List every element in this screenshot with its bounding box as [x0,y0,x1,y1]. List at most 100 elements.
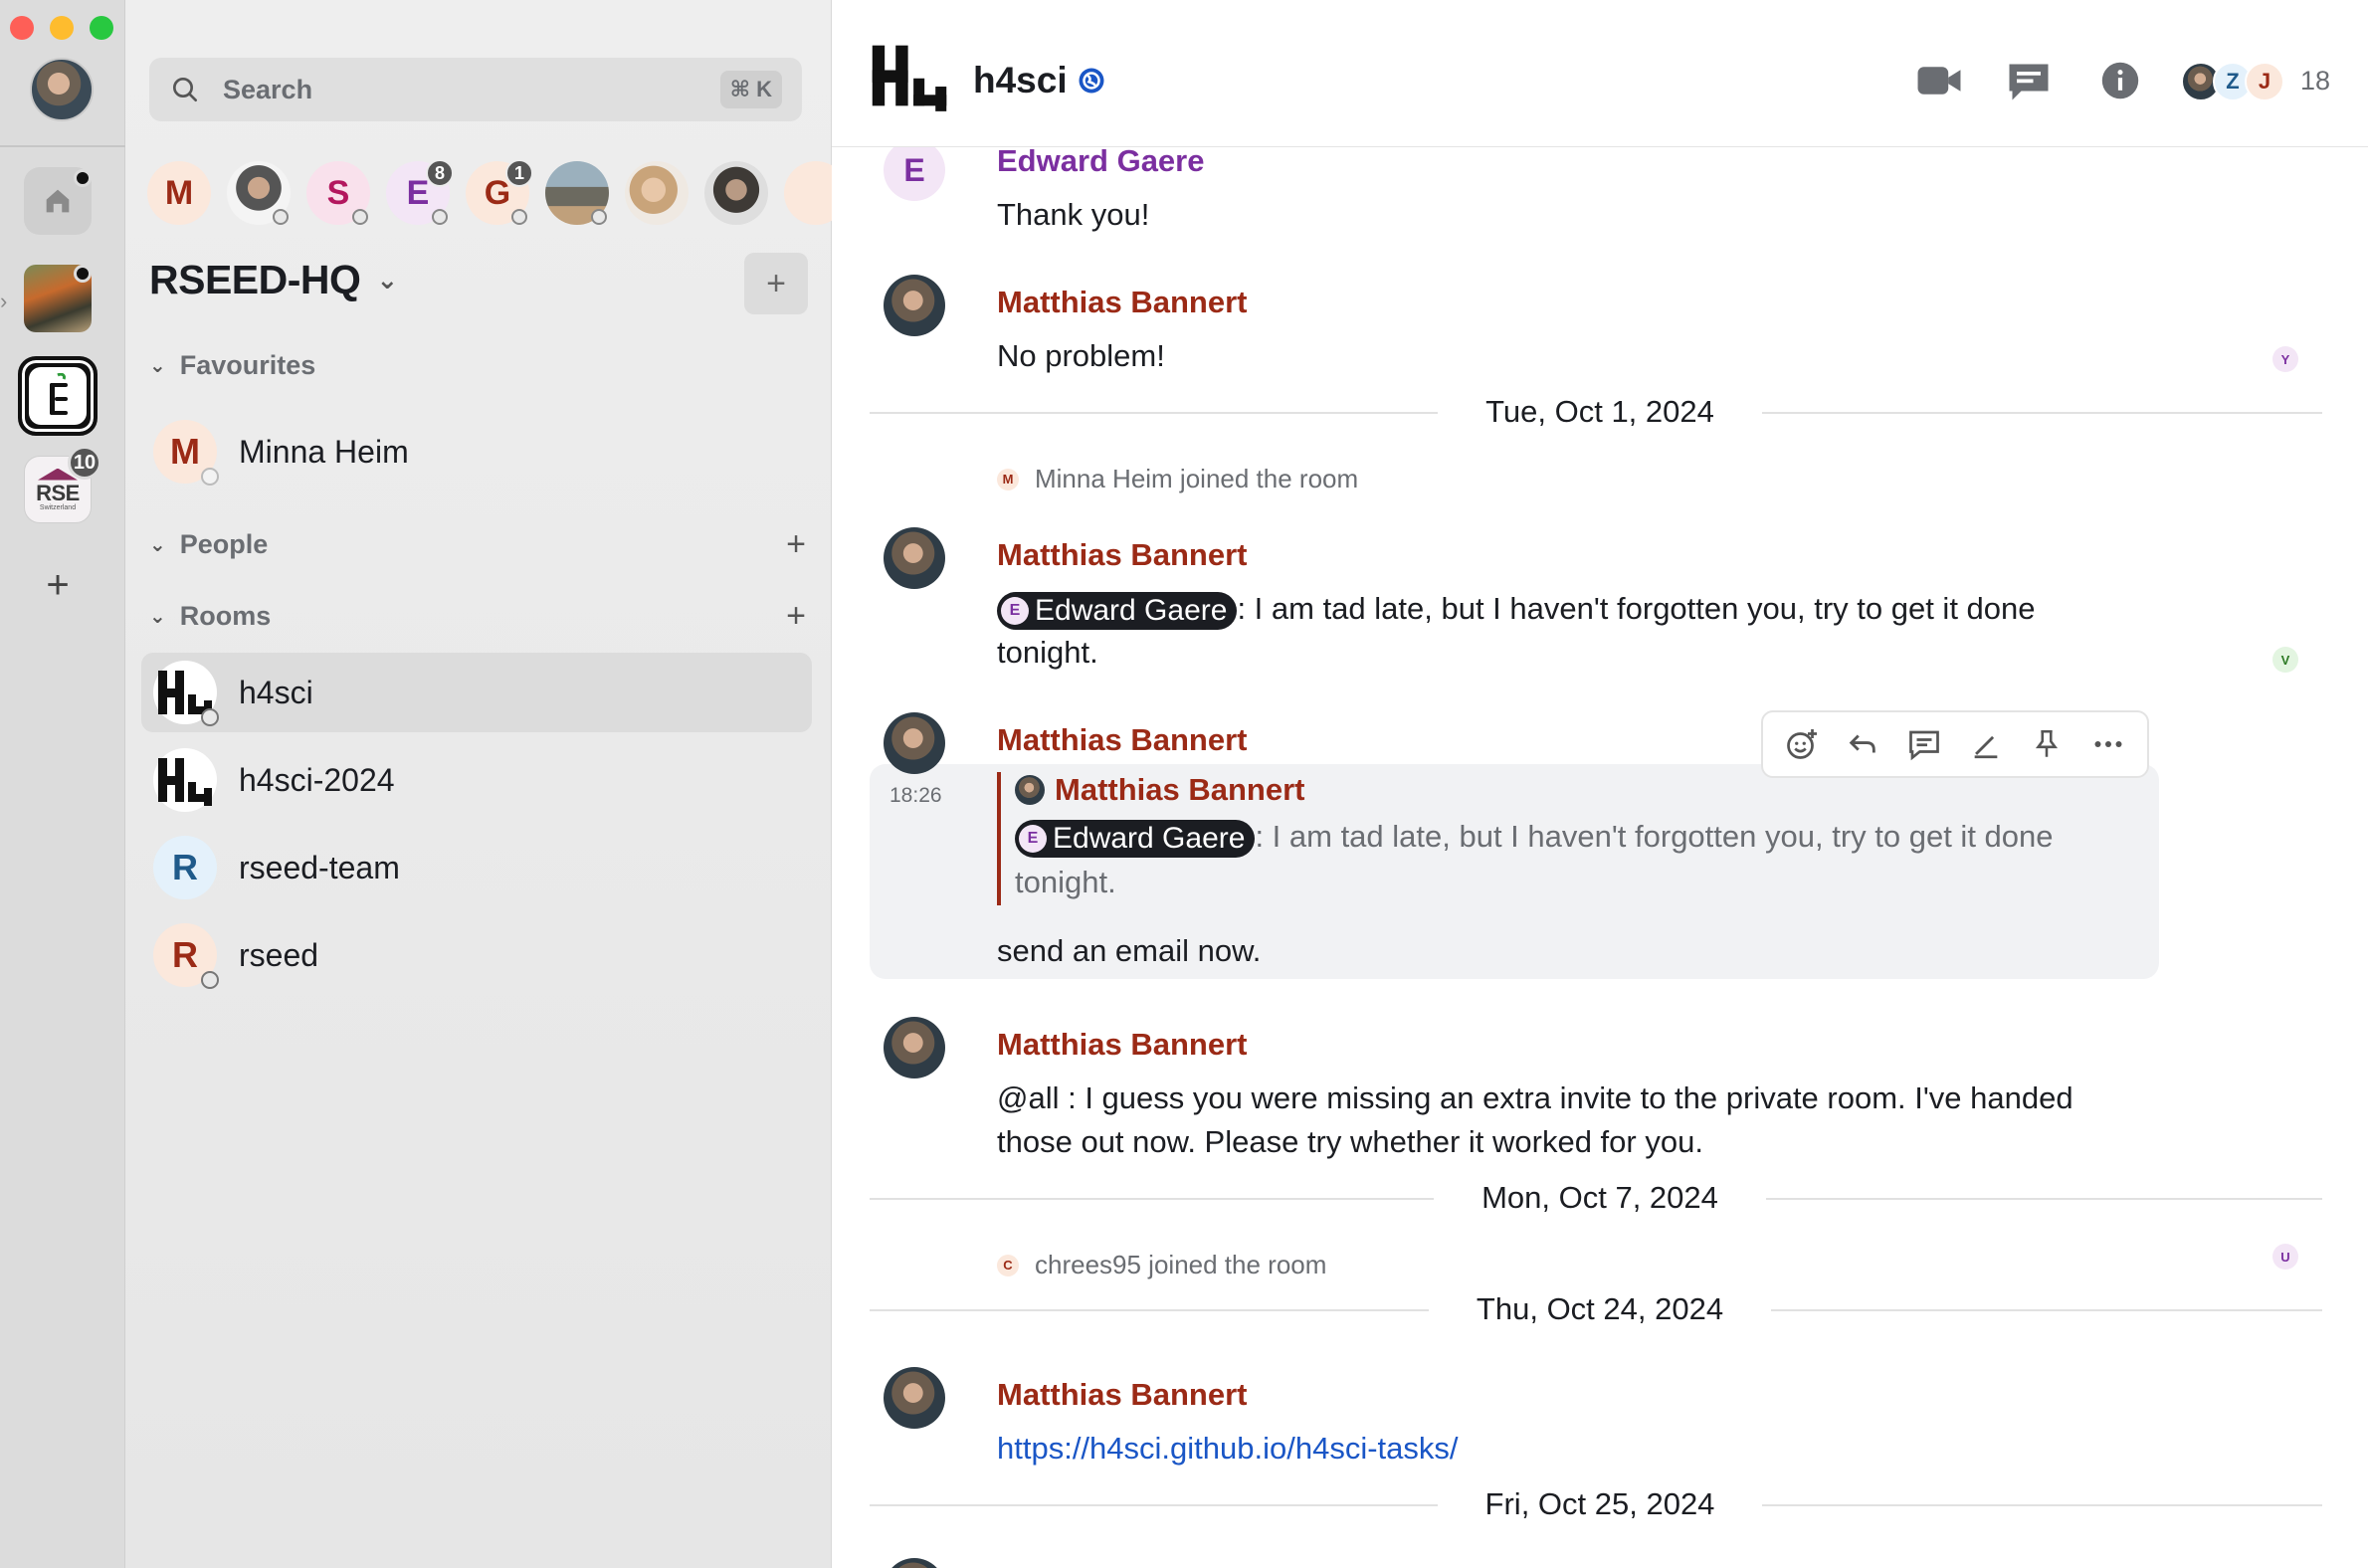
avatar-letter: R [172,934,198,975]
event-avatar: M [997,468,1019,490]
message-link[interactable]: https://h4sci.github.io/h4sci-tasks/ [997,1427,2091,1470]
message-timestamp[interactable]: 18:26 [889,784,942,808]
breadcrumb-letter: E [406,173,430,212]
date-separator: Mon, Oct 7, 2024 [832,1180,2368,1216]
space-title-text: RSEED-HQ [149,257,361,302]
globe-icon [352,209,368,225]
breadcrumb-avatar[interactable] [227,161,291,225]
globe-icon [591,209,607,225]
edit-button[interactable] [1966,724,2006,764]
sender-avatar[interactable]: E [884,147,945,201]
sender-avatar[interactable] [884,1367,945,1429]
user-menu-avatar[interactable] [30,58,94,121]
room-item-h4sci-2024[interactable]: h4sci-2024 [141,740,812,820]
sender-name[interactable]: Matthias Bannert [997,285,1247,320]
chevron-down-icon: ⌄ [149,355,166,377]
pin-button[interactable] [2027,724,2067,764]
h4sci-space-icon [29,367,87,425]
globe-icon [1079,68,1104,94]
message-body: No problem! [997,338,1165,373]
search-icon [173,78,197,101]
message-body: send an email now. [997,933,1262,968]
read-receipt[interactable]: V [2272,647,2298,673]
favourite-item-label: Minna Heim [239,433,409,470]
presence-icon [201,468,219,486]
avatar-letter: R [172,847,198,887]
sender-avatar[interactable] [884,712,945,774]
room-item-rseed-team[interactable]: R rseed-team [141,828,812,907]
room-name[interactable]: h4sci [973,60,1068,101]
mention-name: Edward Gaere [1053,821,1246,855]
reply-icon [1850,734,1876,753]
sender-name[interactable]: Matthias Bannert [997,722,1247,758]
window-minimize-button[interactable] [50,16,74,40]
add-people-button[interactable]: + [786,525,806,564]
room-avatar[interactable] [870,40,949,111]
pin-icon [2036,729,2059,757]
read-receipt[interactable]: Y [2272,346,2298,372]
user-mention-pill[interactable]: E Edward Gaere [1015,819,1256,858]
add-rooms-button[interactable]: + [786,597,806,636]
reply-in-thread-button[interactable] [1904,724,1944,764]
breadcrumb-letter: M [164,173,194,212]
section-rooms[interactable]: ⌄ Rooms + [149,597,806,636]
sender-avatar[interactable] [884,527,945,589]
search-button[interactable]: Search ⌘ K [149,58,802,121]
section-people[interactable]: ⌄ People + [149,525,806,564]
window-close-button[interactable] [10,16,34,40]
sender-name[interactable]: Matthias Bannert [997,537,1247,573]
sender-avatar[interactable] [884,1558,945,1568]
sender-name[interactable]: Edward Gaere [997,147,1204,179]
breadcrumb-avatar[interactable]: G 1 [466,161,533,225]
room-info-icon[interactable] [2097,60,2143,101]
more-options-button[interactable] [2088,724,2128,764]
breadcrumb-avatar[interactable]: E 8 [386,161,454,225]
section-people-label: People [179,529,269,559]
breadcrumb-avatar[interactable] [625,161,689,225]
react-button[interactable] [1782,724,1822,764]
reply-button[interactable] [1843,724,1882,764]
read-receipt-letter: V [2280,652,2290,668]
room-item-h4sci[interactable]: h4sci [141,653,812,732]
avatar: M [153,420,219,486]
room-item-label: h4sci [239,674,313,710]
video-call-icon[interactable] [1916,60,1962,101]
window-zoom-button[interactable] [90,16,113,40]
sender-name[interactable]: Matthias Bannert [997,1027,1247,1063]
add-space-button[interactable]: + [36,563,80,607]
user-mention-pill[interactable]: E Edward Gaere [997,591,1238,630]
quote-body: E Edward Gaere: I am tad late, but I have… [1015,814,2111,905]
section-favourites[interactable]: ⌄ Favourites [149,350,806,381]
threads-icon[interactable] [2006,60,2052,101]
message-body: Thank you! [997,197,1150,232]
date-separator-label: Mon, Oct 7, 2024 [1434,1180,1766,1215]
add-room-button[interactable]: + [744,253,808,314]
breadcrumb-avatar[interactable] [545,161,609,225]
breadcrumb-avatar[interactable] [784,161,834,225]
event-avatar-letter: C [1003,1258,1013,1273]
date-separator-label: Thu, Oct 24, 2024 [1428,1291,1772,1326]
rse-unread-badge: 10 [68,446,101,480]
sender-avatar[interactable] [884,275,945,336]
space-title[interactable]: RSEED-HQ ⌄ [149,257,398,303]
read-receipt[interactable]: U [2272,1244,2298,1270]
room-item-rseed[interactable]: R rseed [141,915,812,995]
favourite-item-minna-heim[interactable]: M Minna Heim [141,412,812,491]
avatar: R [153,836,217,899]
breadcrumb-avatar[interactable]: S [306,161,370,225]
room-members-button[interactable]: Z J [2181,62,2284,101]
avatar: R [153,923,219,989]
reply-quote[interactable]: Matthias Bannert E Edward Gaere: I am tad… [997,772,2111,905]
mention-avatar: E [1019,824,1047,853]
breadcrumb-avatar[interactable]: M [147,161,211,225]
breadcrumb-avatar[interactable] [704,161,768,225]
quote-sender-name: Matthias Bannert [1055,772,1305,807]
h4sci-space-button[interactable] [18,356,98,436]
member-count[interactable]: 18 [2300,66,2330,97]
sender-avatar[interactable] [884,1017,945,1078]
sender-name[interactable]: Matthias Bannert [997,1377,1247,1413]
chevron-down-icon: ⌄ [376,265,398,294]
mention-avatar: E [1001,596,1029,625]
rse-logo-subtitle: Switzerland [39,503,77,511]
chevron-right-icon[interactable]: › [0,289,7,314]
